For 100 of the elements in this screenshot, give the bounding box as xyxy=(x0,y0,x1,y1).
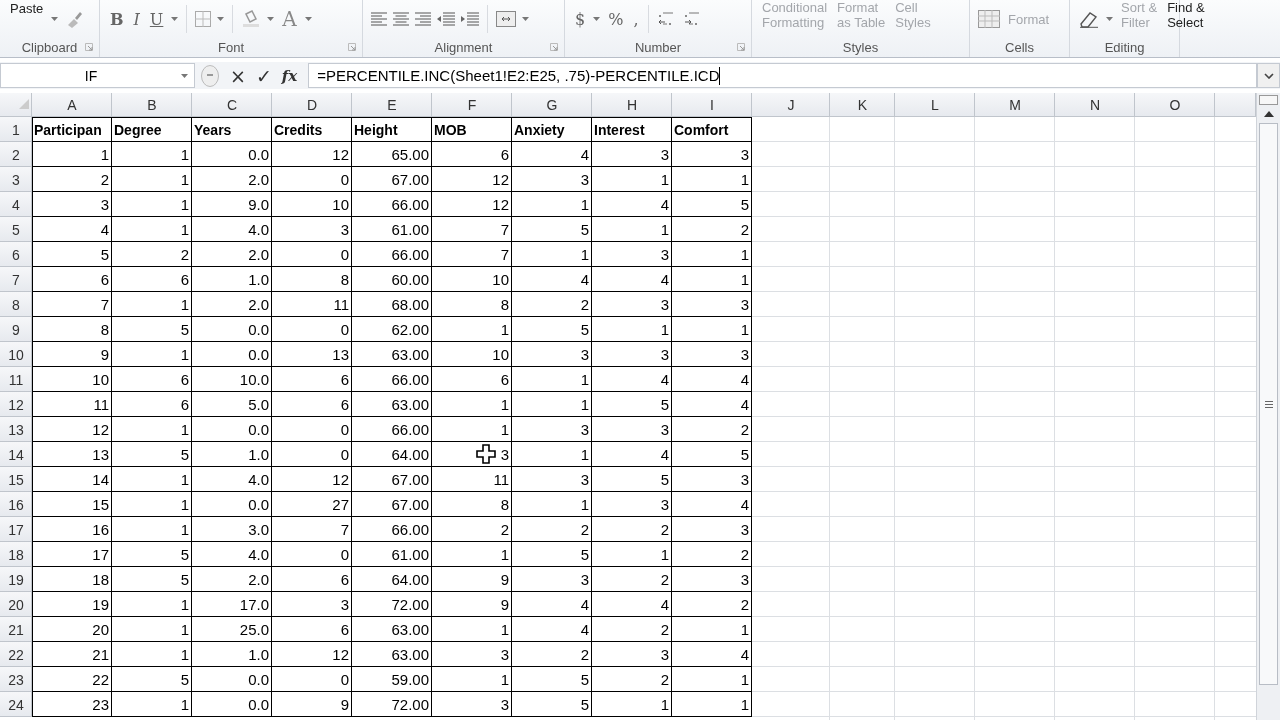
row-header[interactable]: 5 xyxy=(0,217,32,242)
ribbon-button[interactable]: I xyxy=(131,11,142,27)
row-header[interactable]: 16 xyxy=(0,492,32,517)
row-header[interactable]: 24 xyxy=(0,692,32,717)
table-cell: 2.0 xyxy=(192,167,272,192)
table-cell: 1 xyxy=(592,317,672,342)
align-icon[interactable] xyxy=(371,11,387,27)
row-header[interactable]: 19 xyxy=(0,567,32,592)
row-header[interactable]: 4 xyxy=(0,192,32,217)
row-header[interactable]: 14 xyxy=(0,442,32,467)
ribbon-button[interactable]: $ xyxy=(573,11,588,27)
formula-text: =PERCENTILE.INC(Sheet1!E2:E25, .75)-PERCENTILE.ICD xyxy=(317,67,720,84)
caret-icon[interactable] xyxy=(51,17,59,21)
decrease-indent-icon[interactable] xyxy=(437,11,455,27)
eraser-icon[interactable] xyxy=(1078,10,1100,28)
table-cell: 61.00 xyxy=(352,217,432,242)
row-header[interactable]: 12 xyxy=(0,392,32,417)
table-cell: 67.00 xyxy=(352,167,432,192)
caret-icon[interactable] xyxy=(304,17,312,21)
column-header[interactable]: F xyxy=(432,93,512,117)
caret-icon[interactable] xyxy=(171,17,179,21)
scrollbar-thumb[interactable] xyxy=(1259,123,1278,685)
scroll-up-icon[interactable] xyxy=(1263,111,1274,117)
caret-icon[interactable] xyxy=(181,73,188,78)
ribbon-button[interactable]: Paste xyxy=(8,1,46,16)
column-header[interactable]: E xyxy=(352,93,432,117)
caret-icon[interactable] xyxy=(522,17,529,21)
row-header[interactable]: 9 xyxy=(0,317,32,342)
row-header[interactable]: 13 xyxy=(0,417,32,442)
dialog-launcher-icon[interactable] xyxy=(550,43,558,51)
table-cell: 2.0 xyxy=(192,292,272,317)
row-header[interactable]: 18 xyxy=(0,542,32,567)
table-cell: 2 xyxy=(672,542,752,567)
borders-icon[interactable] xyxy=(195,11,212,27)
table-cell: 1 xyxy=(112,617,192,642)
column-header[interactable]: K xyxy=(830,93,895,117)
enter-button[interactable]: ✓ xyxy=(250,64,277,87)
ribbon-button[interactable]: Find & Select xyxy=(1165,0,1207,30)
row-header[interactable]: 22 xyxy=(0,642,32,667)
caret-icon[interactable] xyxy=(267,17,275,21)
row-header[interactable]: 17 xyxy=(0,517,32,542)
row-header[interactable]: 20 xyxy=(0,592,32,617)
cells-format-icon[interactable] xyxy=(978,10,1000,28)
ribbon-button[interactable]: B xyxy=(108,11,126,27)
row-header[interactable]: 23 xyxy=(0,667,32,692)
table-cell: 0 xyxy=(272,167,352,192)
insert-function-button[interactable]: fx xyxy=(276,66,303,85)
column-header[interactable]: L xyxy=(895,93,975,117)
ribbon-button[interactable]: U xyxy=(147,11,166,27)
row-header[interactable]: 7 xyxy=(0,267,32,292)
chevron-down-icon[interactable] xyxy=(1263,72,1274,79)
column-header[interactable]: A xyxy=(32,93,112,117)
formula-field[interactable]: =PERCENTILE.INC(Sheet1!E2:E25, .75)-PERCENTILE.ICD xyxy=(308,63,1257,88)
dialog-launcher-icon[interactable] xyxy=(348,43,356,51)
fill-bucket-icon[interactable] xyxy=(241,10,262,28)
table-cell: 5 xyxy=(592,467,672,492)
dialog-launcher-icon[interactable] xyxy=(737,43,745,51)
column-header[interactable]: I xyxy=(672,93,752,117)
table-cell: 4 xyxy=(672,492,752,517)
table-cell: 2 xyxy=(672,417,752,442)
column-header[interactable]: H xyxy=(592,93,672,117)
column-header[interactable]: C xyxy=(192,93,272,117)
merge-cells-icon[interactable] xyxy=(496,11,516,27)
table-cell: 1 xyxy=(112,592,192,617)
splitter-icon[interactable] xyxy=(201,64,219,87)
column-header[interactable]: G xyxy=(512,93,592,117)
table-cell: 1 xyxy=(672,167,752,192)
ribbon-button[interactable]: % xyxy=(606,11,626,27)
row-header[interactable]: 2 xyxy=(0,142,32,167)
column-header[interactable]: M xyxy=(975,93,1055,117)
row-header[interactable]: 10 xyxy=(0,342,32,367)
table-cell: 0 xyxy=(272,317,352,342)
split-handle[interactable] xyxy=(1259,95,1278,105)
row-header[interactable]: 3 xyxy=(0,167,32,192)
caret-icon[interactable] xyxy=(1106,17,1113,21)
align-icon[interactable] xyxy=(393,11,409,27)
column-header[interactable]: D xyxy=(272,93,352,117)
column-header[interactable]: B xyxy=(112,93,192,117)
name-box-text: IF xyxy=(83,67,99,84)
row-header[interactable]: 1 xyxy=(0,117,32,142)
row-header[interactable]: 11 xyxy=(0,367,32,392)
cancel-button[interactable]: × xyxy=(225,64,251,87)
row-header[interactable]: 15 xyxy=(0,467,32,492)
caret-icon[interactable] xyxy=(593,17,601,21)
caret-icon[interactable] xyxy=(217,17,225,21)
dialog-launcher-icon[interactable] xyxy=(85,43,93,51)
column-title-cell: Comfort xyxy=(672,117,752,142)
ribbon-button[interactable]: , xyxy=(631,11,641,27)
column-header[interactable]: N xyxy=(1055,93,1135,117)
table-cell: 3 xyxy=(672,292,752,317)
align-icon[interactable] xyxy=(415,11,431,27)
increase-indent-icon[interactable] xyxy=(461,11,479,27)
column-header[interactable]: O xyxy=(1135,93,1215,117)
row-header[interactable]: 8 xyxy=(0,292,32,317)
row-header[interactable]: 21 xyxy=(0,617,32,642)
row-header[interactable]: 6 xyxy=(0,242,32,267)
table-cell: 18 xyxy=(32,567,112,592)
vertical-scrollbar[interactable] xyxy=(1256,93,1280,720)
name-box[interactable]: IF xyxy=(0,63,195,88)
column-header[interactable]: J xyxy=(752,93,830,117)
